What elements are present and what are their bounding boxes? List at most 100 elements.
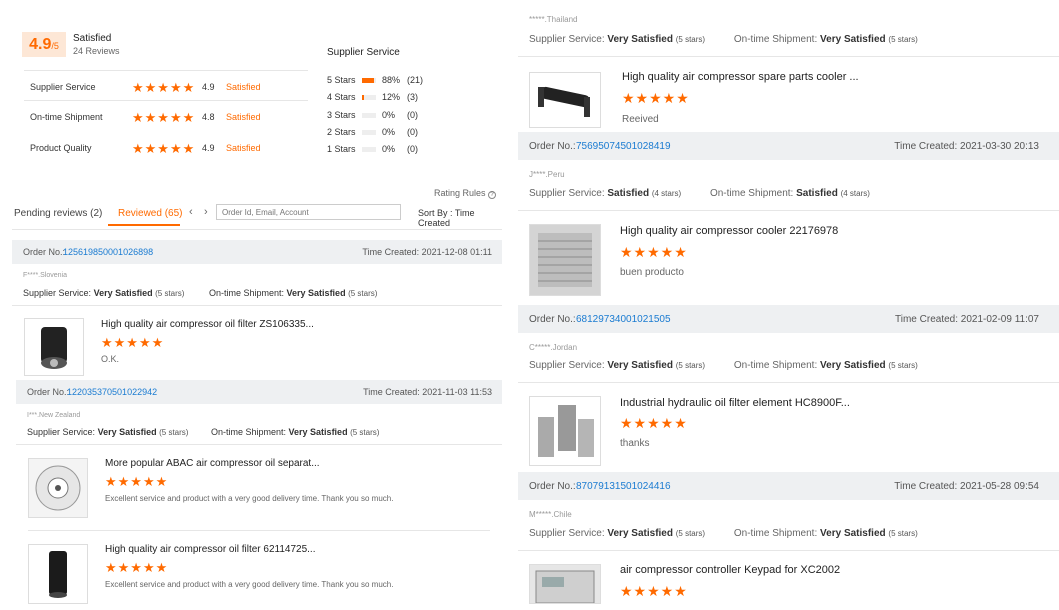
order-header: Order No.: 122035370501022942 Time Creat… [16, 380, 502, 404]
distribution-row: 3 Stars 0% (0) [327, 110, 497, 124]
oil-filter-image [49, 551, 67, 598]
distribution-pct: 0% [382, 144, 396, 155]
distribution-row: 2 Stars 0% (0) [327, 127, 497, 141]
review-comment: Reeived [622, 114, 659, 125]
order-ratings: Supplier Service: Very Satisfied (5 star… [23, 288, 378, 298]
overall-score: 4.9 [29, 36, 52, 53]
order-ratings: Supplier Service: Very Satisfied (5 star… [529, 360, 918, 371]
distribution-pct: 0% [382, 109, 396, 120]
buyer-location: C*****.Jordan [529, 343, 578, 352]
overall-label: Satisfied [73, 33, 112, 44]
order-time: Time Created: 2021-03-30 20:13 [894, 141, 1039, 152]
review-comment: Excellent service and product with a ver… [105, 580, 394, 589]
product-stars: ★★★★★ [105, 560, 169, 575]
order-number-link[interactable]: 122035370501022942 [67, 387, 157, 397]
order-label: Order No.: [529, 481, 576, 492]
order-header: Order No.: 87079131501024416 Time Create… [518, 472, 1059, 500]
distribution-count: (3) [407, 92, 418, 103]
product-thumbnail[interactable] [529, 72, 601, 128]
buyer-location: J****.Peru [529, 170, 565, 179]
rating-rules-label: Rating Rules [434, 188, 486, 198]
distribution-bar [362, 78, 376, 83]
distribution-pct: 12% [382, 92, 401, 103]
summary-row-name: Product Quality [30, 143, 92, 153]
product-stars: ★★★★★ [622, 90, 690, 106]
product-thumbnail[interactable] [529, 224, 601, 296]
product-stars: ★★★★★ [105, 474, 169, 489]
product-thumbnail[interactable] [529, 396, 601, 466]
distribution-label: 1 Stars [327, 144, 356, 155]
order-number-link[interactable]: 87079131501024416 [576, 481, 671, 492]
order-ratings: Supplier Service: Very Satisfied (5 star… [529, 528, 918, 539]
summary-row-status: Satisfied [226, 82, 261, 92]
summary-row-score: 4.8 [202, 112, 215, 122]
order-ratings: Supplier Service: Satisfied (4 stars) On… [529, 188, 870, 199]
search-input[interactable] [216, 204, 401, 220]
summary-stars: ★★★★★ [132, 110, 196, 125]
order-label: Order No.: [27, 387, 70, 397]
summary-row-status: Satisfied [226, 112, 261, 122]
product-thumbnail[interactable] [28, 458, 88, 518]
product-stars: ★★★★★ [101, 335, 165, 350]
distribution-label: 5 Stars [327, 75, 356, 85]
product-title-link[interactable]: High quality air compressor oil filter Z… [101, 319, 314, 330]
product-title-link[interactable]: air compressor controller Keypad for XC2… [620, 564, 840, 576]
order-number-link[interactable]: 75695074501028419 [576, 141, 671, 152]
order-label: Order No.: [529, 314, 576, 325]
cooler-image [538, 233, 592, 287]
distribution-bar [362, 112, 376, 118]
product-stars: ★★★★★ [620, 583, 688, 599]
score-suffix: /5 [51, 41, 59, 51]
distribution-row: 1 Stars 0% (0) [327, 144, 497, 158]
summary-stars: ★★★★★ [132, 141, 196, 156]
product-title-link[interactable]: Industrial hydraulic oil filter element … [620, 397, 850, 409]
product-stars: ★★★★★ [620, 415, 688, 431]
tab-pending[interactable]: Pending reviews (2) [14, 208, 102, 219]
distribution-count: (0) [407, 109, 418, 120]
order-header: Order No.: 125619850001026898 Time Creat… [12, 240, 502, 264]
product-title-link[interactable]: High quality air compressor cooler 22176… [620, 225, 838, 237]
order-time: Time Created: 2021-02-09 11:07 [895, 314, 1039, 325]
product-thumbnail[interactable] [28, 544, 88, 604]
order-time: Time Created: 2021-12-08 01:11 [362, 247, 492, 257]
sort-by[interactable]: Sort By : Time Created [418, 208, 505, 228]
buyer-location: M*****.Chile [529, 510, 572, 519]
product-title-link[interactable]: High quality air compressor spare parts … [622, 71, 859, 83]
summary-row-quality: Product Quality ★★★★★ 4.9 Satisfied [30, 141, 310, 157]
next-page-icon[interactable]: › [204, 206, 208, 218]
distribution-label: 4 Stars [327, 92, 356, 103]
product-thumbnail[interactable] [24, 318, 84, 376]
product-title-link[interactable]: More popular ABAC air compressor oil sep… [105, 458, 320, 469]
review-comment: thanks [620, 438, 650, 449]
order-time: Time Created: 2021-11-03 11:53 [363, 387, 492, 397]
order-number-link[interactable]: 68129734001021505 [576, 314, 671, 325]
summary-row-score: 4.9 [202, 82, 215, 92]
oil-separator-image [35, 465, 81, 511]
order-number-link[interactable]: 125619850001026898 [63, 247, 153, 257]
buyer-location: *****.Thailand [529, 15, 578, 24]
oil-filter-image [41, 327, 67, 369]
summary-row-status: Satisfied [226, 143, 261, 153]
distribution-bar [362, 95, 376, 101]
order-header: Order No.: 68129734001021505 Time Create… [518, 305, 1059, 333]
distribution-count: (0) [407, 126, 418, 137]
prev-page-icon[interactable]: ‹ [189, 206, 193, 218]
product-title-link[interactable]: High quality air compressor oil filter 6… [105, 544, 315, 555]
distribution-count: (21) [407, 75, 424, 85]
summary-row-supplier: Supplier Service ★★★★★ 4.9 Satisfied [30, 80, 310, 96]
left-panel: 4.9/5 Satisfied 24 Reviews Supplier Serv… [0, 0, 505, 610]
product-thumbnail[interactable] [529, 564, 601, 604]
review-comment: buen producto [620, 267, 684, 278]
tab-reviewed[interactable]: Reviewed (65) [118, 208, 182, 219]
review-comment: O.K. [101, 354, 120, 364]
summary-row-name: Supplier Service [30, 82, 96, 92]
order-ratings: Supplier Service: Very Satisfied (5 star… [529, 34, 918, 45]
keypad-image [535, 570, 595, 604]
cooler-image [538, 86, 590, 117]
product-stars: ★★★★★ [620, 244, 688, 260]
rating-rules-link[interactable]: Rating Rules ? [434, 188, 497, 199]
right-panel: *****.Thailand Supplier Service: Very Sa… [515, 0, 1059, 610]
distribution-bar [362, 147, 376, 153]
order-label: Order No.: [23, 247, 66, 257]
distribution-pct: 88% [382, 75, 401, 85]
